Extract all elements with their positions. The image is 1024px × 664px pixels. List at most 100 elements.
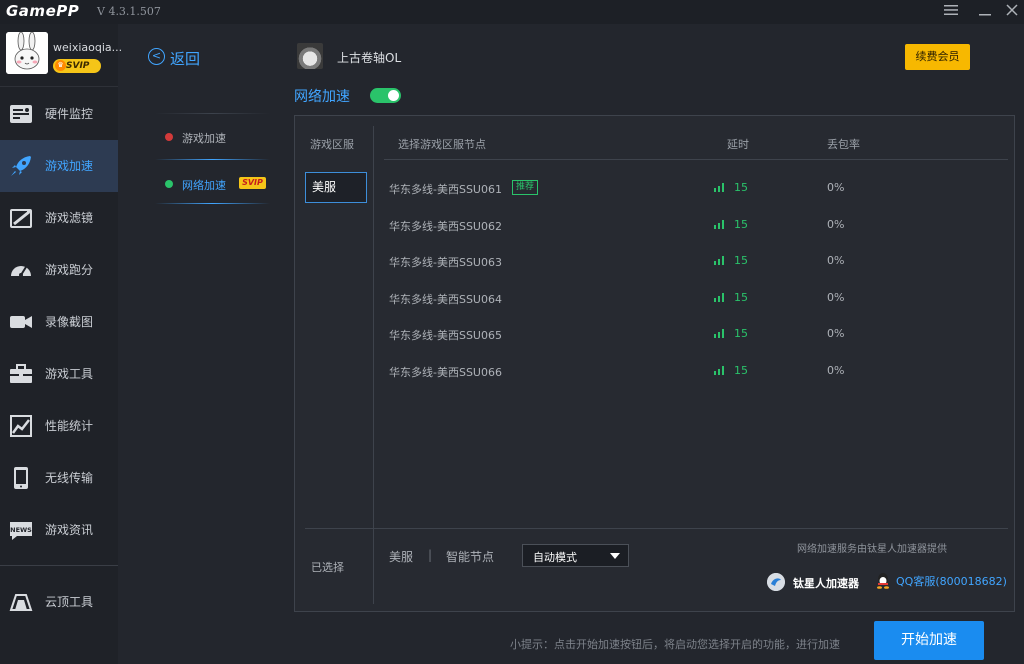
rocket-icon [11, 156, 31, 176]
loss-value: 0% [827, 364, 845, 377]
table-row[interactable]: 华东多线-美西SSU063 15 0% [375, 243, 1007, 279]
sidebar-item-label: 游戏工具 [45, 367, 94, 381]
title-bar: GamePP V 4.3.1.507 [0, 0, 1024, 24]
tip-text: 小提示：点击开始加速按钮后，将启动您选择开启的功能，进行加速 [510, 638, 840, 651]
loss-value: 0% [827, 181, 845, 194]
phone-icon [14, 467, 28, 489]
latency-value: 15 [734, 181, 748, 194]
header-divider [384, 159, 1008, 160]
latency-value: 15 [734, 218, 748, 231]
brand-logo-icon [767, 573, 785, 591]
sidebar-item-wireless[interactable]: 无线传输 [0, 452, 118, 504]
loss-value: 0% [827, 327, 845, 340]
sidebar-item-game-tools[interactable]: 游戏工具 [0, 348, 118, 400]
table-row[interactable]: 华东多线-美西SSU061 推荐 15 0% [375, 170, 1007, 206]
news-icon: NEWS [10, 522, 32, 540]
mode-select[interactable]: 自动模式 [522, 544, 629, 567]
sidebar-item-label: 性能统计 [45, 419, 94, 433]
table-row[interactable]: 华东多线-美西SSU062 15 0% [375, 207, 1007, 243]
username: weixiaoqia... [53, 41, 123, 54]
node-name: 华东多线-美西SSU066 [389, 366, 502, 379]
loss-value: 0% [827, 218, 845, 231]
provider-note: 网络加速服务由钛星人加速器提供 [797, 544, 947, 555]
chevron-left-icon: < [148, 48, 165, 65]
signal-icon [714, 220, 725, 229]
filter-icon [10, 209, 32, 228]
latency-value: 15 [734, 364, 748, 377]
sidebar-item-cloud-tools[interactable]: 云顶工具 [0, 576, 118, 628]
sidebar-item-performance[interactable]: 性能统计 [0, 400, 118, 452]
header-region: 游戏区服 [310, 138, 354, 151]
node-panel: 游戏区服 选择游戏区服节点 延时 丢包率 美服 华东多线-美西SSU061 推荐… [294, 115, 1015, 612]
region-item-us[interactable]: 美服 [305, 172, 367, 203]
sidebar-item-news[interactable]: NEWS 游戏资讯 [0, 504, 118, 556]
close-icon[interactable] [1002, 2, 1022, 22]
app-version: V 4.3.1.507 [97, 5, 161, 18]
selected-label: 已选择 [311, 561, 344, 574]
brand-name: 钛星人加速器 [793, 577, 859, 590]
subnav-item-game-boost[interactable]: 游戏加速 [158, 116, 268, 156]
game-icon [297, 43, 323, 69]
latency-value: 15 [734, 327, 748, 340]
renew-membership-button[interactable]: 续费会员 [905, 44, 970, 70]
signal-icon [714, 293, 725, 302]
qq-penguin-icon [877, 573, 889, 589]
header-node: 选择游戏区服节点 [398, 138, 486, 151]
node-name: 华东多线-美西SSU062 [389, 220, 502, 233]
sidebar-item-label: 无线传输 [45, 471, 94, 485]
sidebar-divider [0, 86, 118, 87]
latency-value: 15 [734, 254, 748, 267]
footer-divider [305, 528, 1008, 529]
svg-text:NEWS: NEWS [10, 526, 32, 534]
sidebar-item-label: 硬件监控 [45, 107, 94, 121]
node-name: 华东多线-美西SSU061 [389, 183, 502, 196]
mode-select-value: 自动模式 [533, 551, 577, 564]
chart-icon [10, 415, 32, 437]
avatar[interactable] [6, 32, 48, 74]
sidebar-item-recording[interactable]: 录像截图 [0, 296, 118, 348]
svip-badge: ♛ SVIP [53, 59, 101, 73]
table-row[interactable]: 华东多线-美西SSU064 15 0% [375, 280, 1007, 316]
subnav-divider [155, 159, 270, 160]
sidebar-item-game-filter[interactable]: 游戏滤镜 [0, 192, 118, 244]
sidebar-item-label: 游戏跑分 [45, 263, 94, 277]
signal-icon [714, 183, 725, 192]
svip-badge-label: SVIP [66, 61, 90, 71]
node-name: 华东多线-美西SSU063 [389, 256, 502, 269]
node-name: 华东多线-美西SSU065 [389, 329, 502, 342]
loss-value: 0% [827, 254, 845, 267]
network-boost-toggle[interactable] [370, 88, 401, 103]
recommended-badge: 推荐 [512, 180, 539, 195]
table-row[interactable]: 华东多线-美西SSU065 15 0% [375, 316, 1007, 352]
subnav-item-label: 游戏加速 [182, 132, 226, 145]
subnav-divider [155, 113, 270, 114]
signal-icon [714, 329, 725, 338]
subnav-divider [155, 203, 270, 204]
sidebar-item-hardware-monitor[interactable]: 硬件监控 [0, 88, 118, 140]
start-boost-button[interactable]: 开始加速 [874, 621, 984, 660]
node-name: 华东多线-美西SSU064 [389, 293, 502, 306]
game-name: 上古卷轴OL [337, 51, 402, 65]
loss-value: 0% [827, 291, 845, 304]
subnav-item-label: 网络加速 [182, 179, 226, 192]
table-row[interactable]: 华东多线-美西SSU066 15 0% [375, 353, 1007, 389]
video-camera-icon [10, 316, 32, 328]
selection-separator: | [428, 548, 433, 562]
sidebar-item-benchmark[interactable]: 游戏跑分 [0, 244, 118, 296]
minimize-icon[interactable] [975, 2, 995, 22]
menu-icon[interactable] [941, 2, 961, 22]
toggle-knob [388, 90, 399, 101]
latency-value: 15 [734, 291, 748, 304]
sidebar: weixiaoqia... ♛ SVIP 硬件监控 游戏加速 游戏滤镜 游戏跑分… [0, 24, 122, 664]
sidebar-item-game-boost[interactable]: 游戏加速 [0, 140, 118, 192]
qq-support-link[interactable]: QQ客服(800018682) [896, 573, 1007, 589]
hardware-monitor-icon [10, 105, 32, 123]
sidebar-item-label: 游戏资讯 [45, 523, 94, 537]
toolbox-icon [10, 364, 32, 383]
svip-tag: SVIP [239, 177, 266, 189]
speedometer-icon [11, 266, 31, 277]
back-label: 返回 [170, 50, 201, 68]
signal-icon [714, 256, 725, 265]
caret-down-icon [610, 553, 620, 559]
selected-node: 智能节点 [446, 550, 495, 564]
